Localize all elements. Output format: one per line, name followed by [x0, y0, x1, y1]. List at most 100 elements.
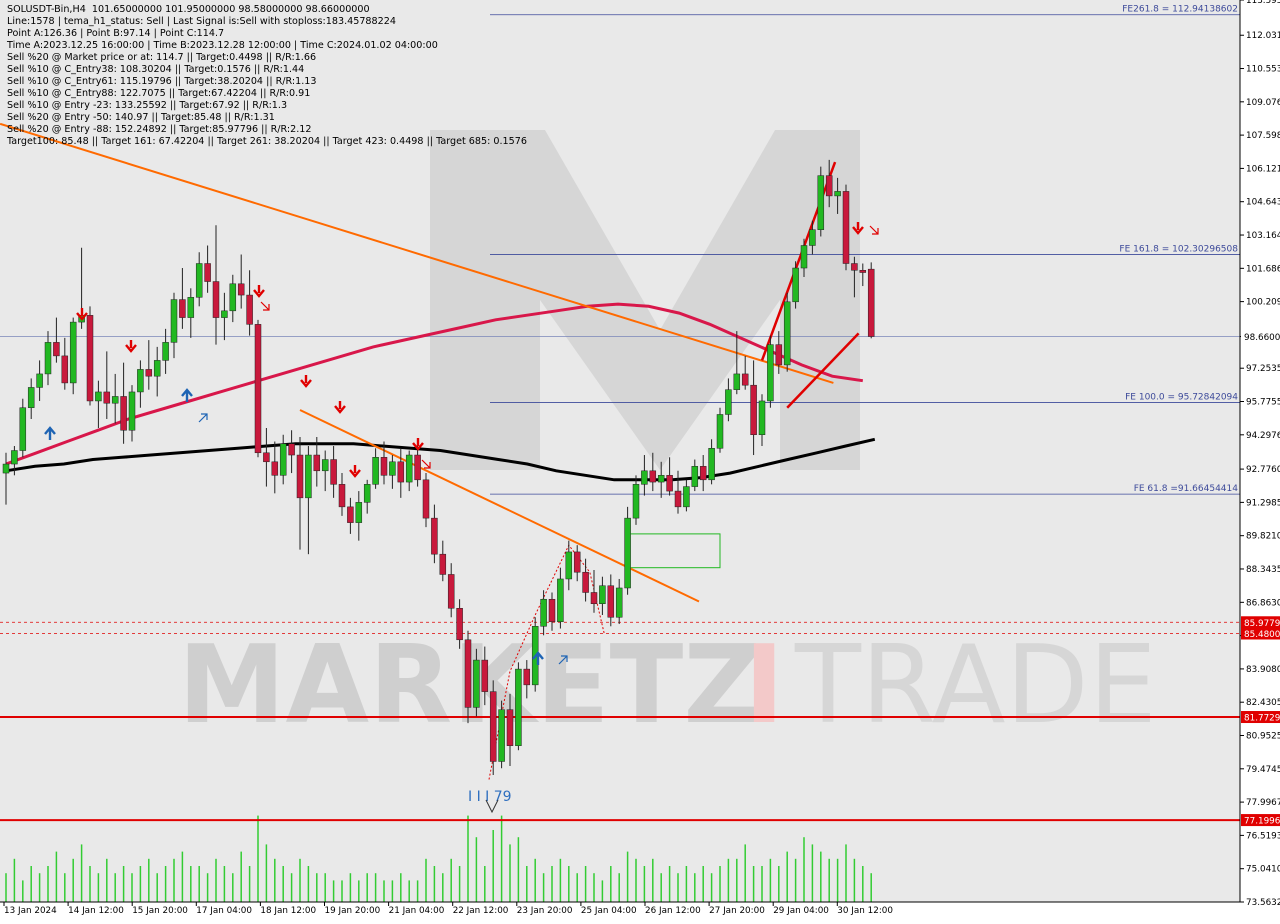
candle-bull: [363, 484, 371, 503]
candle-bull: [153, 360, 161, 377]
candle-bull: [2, 463, 10, 474]
fib-level-label: FE 61.8 =91.66454414: [1134, 484, 1239, 494]
candle-bull: [128, 391, 136, 431]
x-tick-label: 17 Jan 04:00: [196, 906, 252, 916]
y-tick-label: 83.9080: [1246, 665, 1280, 675]
y-tick-label: 107.5985: [1246, 131, 1280, 141]
candle-bull: [229, 283, 237, 312]
y-tick-label: 77.9967: [1246, 798, 1280, 808]
candle-bull: [372, 457, 379, 485]
x-tick-label: 14 Jan 12:00: [68, 906, 124, 916]
candle-bear: [699, 466, 707, 481]
candle-bear: [481, 659, 489, 692]
candle-bear: [103, 391, 111, 404]
info-line: Line:1578 | tema_h1_status: Sell | Last …: [7, 16, 396, 27]
candle-bear: [775, 344, 783, 366]
candle-bear: [330, 459, 337, 485]
candle-bear: [431, 517, 438, 555]
candle-bull: [657, 475, 665, 483]
candle-bear: [204, 263, 211, 282]
candle-bull: [44, 342, 52, 375]
candle-bear: [422, 479, 430, 519]
y-tick-label: 113.5950: [1246, 0, 1280, 6]
x-tick-label: 19 Jan 20:00: [325, 906, 381, 916]
x-tick-label: 15 Jan 20:00: [132, 906, 188, 916]
candle-bull: [599, 585, 606, 604]
candle-bull: [632, 484, 640, 519]
chart-container: MARKETZ I TRADE FE261.8 = 112.94138602 FE…: [0, 0, 1280, 920]
candle-bear: [288, 443, 295, 456]
candle-bull: [733, 373, 741, 390]
candle-bull: [187, 297, 195, 318]
y-tick-label: 91.2985: [1246, 498, 1280, 508]
candle-bull: [758, 400, 766, 436]
candle-bear: [179, 299, 186, 318]
candle-bear: [397, 461, 405, 483]
info-line: Sell %10 @ C_Entry61: 115.19796 || Targe…: [7, 76, 317, 87]
candle-bear: [489, 691, 497, 762]
y-tick-label: 79.4745: [1246, 765, 1280, 775]
candle-bull: [405, 454, 413, 483]
x-tick-label: 26 Jan 12:00: [645, 906, 701, 916]
candle-bear: [246, 294, 253, 325]
candle-bear: [523, 668, 531, 686]
info-line: Sell %10 @ C_Entry88: 122.7075 || Target…: [7, 88, 311, 99]
info-line: Sell %10 @ Entry -23: 133.25592 || Targe…: [7, 100, 288, 111]
candle-bull: [19, 407, 27, 451]
candle-bull: [557, 578, 564, 623]
candle-bear: [867, 268, 875, 337]
fib-level-label: FE261.8 = 112.94138602: [1122, 5, 1238, 15]
candle-bull: [170, 299, 178, 343]
candle-bear: [573, 551, 581, 573]
candle-bull: [792, 267, 799, 303]
y-tick-label: 75.0410: [1246, 865, 1280, 875]
candle-bull: [783, 301, 791, 366]
candle-bear: [590, 592, 598, 604]
candle-bear: [61, 355, 69, 384]
candle-bull: [498, 709, 505, 762]
candle-bull: [624, 517, 631, 589]
candle-bear: [666, 475, 673, 492]
candle-bear: [120, 396, 127, 431]
candle-bear: [456, 608, 463, 641]
y-tick-label: 97.2535: [1246, 364, 1280, 374]
candle-bear: [296, 454, 304, 499]
candle-bull: [11, 450, 18, 465]
x-tick-label: 22 Jan 12:00: [453, 906, 509, 916]
candle-bear: [347, 506, 354, 523]
candle-bear: [851, 263, 858, 271]
info-line: Sell %20 @ Market price or at: 114.7 || …: [7, 52, 317, 63]
candle-bear: [212, 281, 220, 318]
candle-bear: [674, 490, 682, 508]
x-tick-label: 23 Jan 20:00: [517, 906, 573, 916]
candle-bear: [380, 457, 388, 476]
support-price-tag: 77.1996: [1244, 817, 1280, 827]
candle-bear: [271, 461, 279, 476]
candle-bear: [237, 283, 245, 296]
candle-bull: [767, 344, 774, 402]
candle-bull: [162, 342, 169, 361]
watermark-accent: I: [744, 623, 784, 748]
y-tick-label: 110.5535: [1246, 65, 1280, 75]
candle-bear: [313, 454, 321, 472]
candle-bear: [447, 574, 455, 609]
candle-bull: [305, 454, 312, 499]
fib-level-label: FE 161.8 = 102.30296508: [1119, 244, 1238, 254]
y-tick-label: 76.5193: [1246, 831, 1280, 841]
y-tick-label: 103.1640: [1246, 231, 1280, 241]
info-line: Time A:2023.12.25 16:00:00 | Time B:2023…: [7, 40, 438, 51]
candle-bear: [338, 484, 346, 508]
candle-bull: [716, 414, 724, 449]
candle-bull: [708, 448, 715, 481]
candle-bull: [540, 598, 547, 627]
candle-bull: [641, 470, 648, 485]
y-tick-label: 89.8210: [1246, 532, 1280, 542]
current-price-tag: 98.6600: [1244, 333, 1280, 343]
x-tick-label: 13 Jan 2024: [4, 906, 57, 916]
candle-bull: [515, 668, 522, 746]
x-tick-label: 29 Jan 04:00: [773, 906, 829, 916]
y-tick-label: 80.9525: [1246, 732, 1280, 742]
candle-bull: [473, 659, 480, 708]
candle-bear: [506, 709, 514, 746]
x-tick-label: 27 Jan 20:00: [709, 906, 765, 916]
